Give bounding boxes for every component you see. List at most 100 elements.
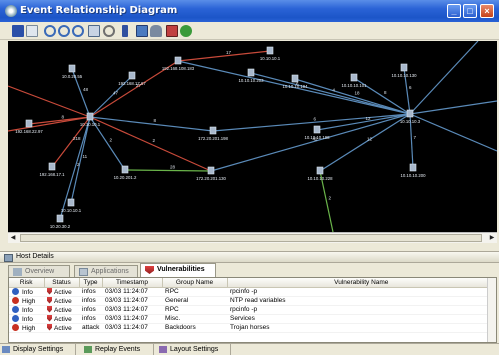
host-node-label: 10.10.10.1 xyxy=(61,208,82,213)
column-header-timestamp[interactable]: Timestamp xyxy=(102,278,163,288)
edge-weight-label: 12 xyxy=(367,137,373,142)
host-node-icon[interactable] xyxy=(313,125,321,134)
refresh-icon[interactable] xyxy=(180,25,192,37)
table-vertical-scrollbar[interactable] xyxy=(487,278,496,342)
zoom-box-icon[interactable] xyxy=(88,25,100,37)
column-header-status[interactable]: Status xyxy=(44,278,80,288)
host-node-icon[interactable] xyxy=(67,198,75,207)
table-row[interactable]: Info Active infos 03/03 11:24:07 RPC rpcinfo … xyxy=(9,305,496,315)
cell-risk: High xyxy=(9,323,44,333)
host-node-icon[interactable] xyxy=(350,73,358,82)
cell-risk-text: High xyxy=(22,324,36,332)
cell-type: attack xyxy=(79,323,102,333)
host-icon xyxy=(4,254,13,262)
cell-timestamp-text: 03/03 11:24:07 xyxy=(105,315,148,322)
layout-icon[interactable] xyxy=(136,25,148,37)
host-node-icon[interactable] xyxy=(316,166,324,175)
host-node-icon[interactable] xyxy=(409,163,417,172)
cell-timestamp: 03/03 11:24:07 xyxy=(102,287,162,297)
cell-type: infos xyxy=(79,287,102,297)
host-node-icon[interactable] xyxy=(128,71,136,80)
host-node-icon[interactable] xyxy=(174,56,182,65)
host-details-label: Host Details xyxy=(16,253,54,260)
graph-edge[interactable] xyxy=(8,85,91,118)
host-node-icon[interactable] xyxy=(86,112,94,121)
zoom-in-icon[interactable] xyxy=(44,25,56,37)
column-header-group-name[interactable]: Group Name xyxy=(162,278,228,288)
column-header-type[interactable]: Type xyxy=(79,278,103,288)
host-node-icon[interactable] xyxy=(247,68,255,77)
close-button[interactable]: × xyxy=(480,4,494,18)
graph-edge[interactable] xyxy=(319,113,411,172)
cell-risk-text: Info xyxy=(22,306,33,314)
layout-settings-icon xyxy=(159,346,167,353)
table-row[interactable]: Info Active infos 03/03 11:24:07 RPC rpcinfo … xyxy=(9,287,496,297)
edge-weight-label: 6 xyxy=(409,85,412,90)
scrollbar-thumb[interactable] xyxy=(20,234,482,242)
vulnerability-shield-icon xyxy=(47,305,52,313)
table-row[interactable]: Info Active infos 03/03 11:24:07 Misc. Servic… xyxy=(9,314,496,324)
cell-status-text: Active xyxy=(54,324,72,332)
vulnerabilities-table: Risk Status Type Timestamp Group Name Vu… xyxy=(8,277,497,343)
zoom-out-icon[interactable] xyxy=(58,25,70,37)
relationship-graph[interactable]: 484727174618 8688218 2 26 1242 12 7112 28210.0.… xyxy=(8,41,497,232)
print-preview-icon[interactable] xyxy=(26,25,38,37)
host-node-icon[interactable] xyxy=(48,162,56,171)
cell-group-name: Backdoors xyxy=(162,323,227,333)
tab-display-settings[interactable]: Display Settings xyxy=(0,344,76,355)
graph-edge[interactable] xyxy=(409,100,497,115)
tab-applications[interactable]: Applications xyxy=(74,265,138,277)
host-node-icon[interactable] xyxy=(25,119,33,128)
minimize-button[interactable]: _ xyxy=(447,4,461,18)
vulnerability-shield-icon xyxy=(47,287,52,295)
filter-icon[interactable] xyxy=(122,25,128,37)
scroll-right-arrow[interactable]: ▶ xyxy=(487,234,497,243)
tab-layout-settings[interactable]: Layout Settings xyxy=(157,344,231,355)
user-icon[interactable] xyxy=(150,25,162,37)
title-bar[interactable]: Event Relationship Diagram _ □ × xyxy=(0,0,499,22)
column-header-risk[interactable]: Risk xyxy=(9,278,45,288)
graph-horizontal-scrollbar[interactable]: ◀ ▶ xyxy=(8,232,497,243)
cell-type-text: infos xyxy=(82,297,96,304)
host-node-icon[interactable] xyxy=(207,166,215,175)
tab-vulnerabilities[interactable]: Vulnerabilities xyxy=(140,263,216,277)
host-node-icon[interactable] xyxy=(266,46,274,55)
maximize-button[interactable]: □ xyxy=(463,4,477,18)
cell-timestamp-text: 03/03 11:24:07 xyxy=(105,324,148,331)
tab-replay-events[interactable]: Replay Events xyxy=(82,344,154,355)
cell-group-name-text: RPC xyxy=(165,288,179,295)
host-node-icon[interactable] xyxy=(209,126,217,135)
host-node-icon[interactable] xyxy=(291,74,299,83)
relationship-graph-canvas[interactable]: 48 47 27 17 4 6 18 8 6 8 8 218 2 2 6 12 42 12 7 11 2 28 2 10.0.… xyxy=(8,41,497,232)
host-node-icon[interactable] xyxy=(400,63,408,72)
host-node-label: 192.168.108.183 xyxy=(162,66,195,71)
host-node-label: 172.20.201.130 xyxy=(196,176,226,181)
edge-weight-label: 2 xyxy=(153,138,156,143)
cell-status: Active xyxy=(44,296,79,306)
host-node-label: 10.10.10.194 xyxy=(282,84,308,89)
tab-overview[interactable]: Overview xyxy=(8,265,70,277)
host-node-icon[interactable] xyxy=(68,64,76,73)
host-node-icon[interactable] xyxy=(56,214,64,223)
host-node-label: 10.10.10.101 xyxy=(341,83,367,88)
zoom-fit-icon[interactable] xyxy=(72,25,84,37)
table-row[interactable]: High Active attack 03/03 11:24:07 Backdoors T… xyxy=(9,323,496,333)
column-header-vulnerability-name[interactable]: Vulnerability Name xyxy=(227,278,496,288)
graph-edge[interactable] xyxy=(89,116,214,132)
host-node-icon[interactable] xyxy=(121,165,129,174)
risk-icon xyxy=(12,296,19,304)
host-node-icon[interactable] xyxy=(406,109,414,118)
scroll-left-arrow[interactable]: ◀ xyxy=(8,234,18,243)
graph-edge[interactable] xyxy=(409,41,479,115)
cell-vulnerability-name: Services xyxy=(227,314,496,324)
graph-edge[interactable] xyxy=(409,113,497,152)
select-icon[interactable] xyxy=(103,25,115,37)
host-node-label: 10.0.20.55 xyxy=(62,74,83,79)
cell-status-text: Active xyxy=(54,315,72,323)
graph-edge[interactable] xyxy=(124,169,212,172)
graph-edge[interactable] xyxy=(177,50,271,62)
graph-edge[interactable] xyxy=(59,116,91,220)
save-icon[interactable] xyxy=(12,25,24,37)
export-icon[interactable] xyxy=(166,25,178,37)
table-row[interactable]: High Active infos 03/03 11:24:07 General NTP … xyxy=(9,296,496,306)
